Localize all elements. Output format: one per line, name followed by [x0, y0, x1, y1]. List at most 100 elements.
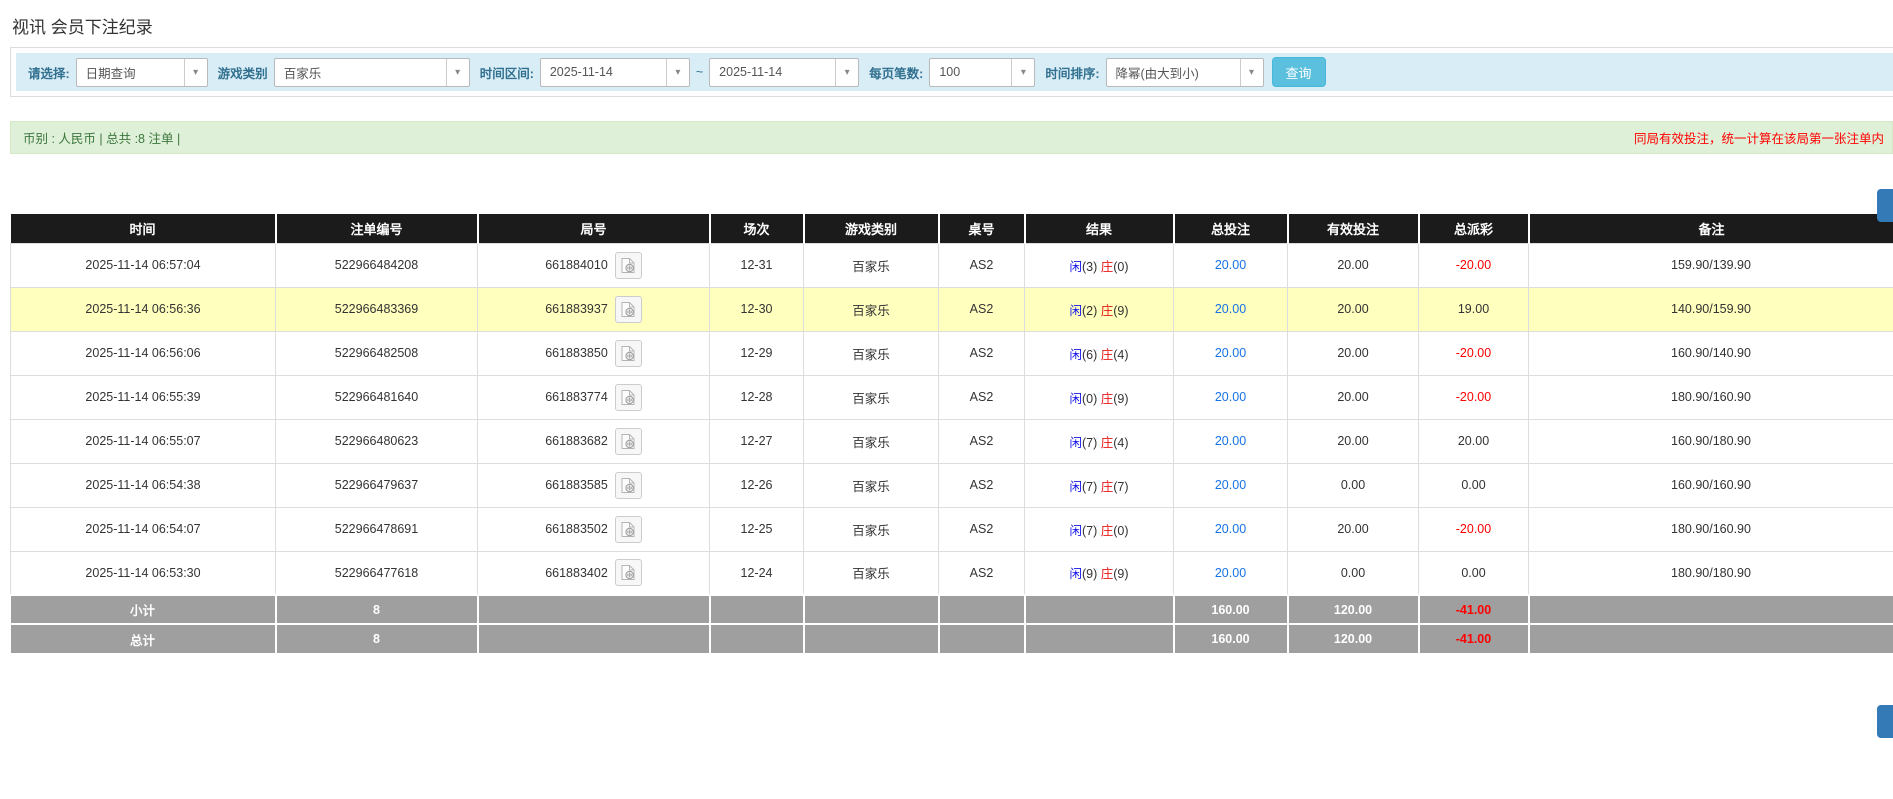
- subtotal-label: 小计: [11, 595, 276, 624]
- cell-session: 12-24: [710, 551, 804, 595]
- date-from-select[interactable]: 2025-11-14 ▾: [540, 58, 690, 87]
- query-mode-select[interactable]: 日期查询 ▾: [76, 58, 208, 87]
- banker-result-label: 庄: [1101, 392, 1114, 406]
- time-sort-select[interactable]: 降幂(由大到小) ▾: [1106, 58, 1264, 87]
- cell-table-no: AS2: [939, 419, 1025, 463]
- page-size-select[interactable]: 100 ▾: [929, 58, 1035, 87]
- banker-result-score: (9): [1113, 392, 1128, 406]
- cell-empty: [1529, 595, 1893, 624]
- cell-session: 12-31: [710, 243, 804, 287]
- cell-payout: -20.00: [1419, 375, 1529, 419]
- player-result-label: 闲: [1069, 480, 1082, 494]
- table-row: 2025-11-14 06:54:38 522966479637 6618835…: [11, 463, 1893, 507]
- cell-total-bet: 20.00: [1174, 463, 1288, 507]
- header-time: 时间: [11, 214, 276, 243]
- currency-summary-text: 币别 : 人民币 | 总共 :8 注单 |: [23, 128, 180, 147]
- cell-total-bet: 20.00: [1174, 419, 1288, 463]
- cell-total-bet: 20.00: [1174, 287, 1288, 331]
- player-result-score: (7): [1082, 480, 1097, 494]
- cell-empty: [478, 595, 710, 624]
- date-to-select[interactable]: 2025-11-14 ▾: [709, 58, 859, 87]
- round-id-value: 661883937: [545, 302, 608, 316]
- banker-result-score: (7): [1113, 480, 1128, 494]
- total-bet-link[interactable]: 20.00: [1215, 390, 1246, 404]
- time-sort-value: 降幂(由大到小): [1116, 63, 1199, 82]
- player-result-label: 闲: [1069, 567, 1082, 581]
- total-bet-link[interactable]: 20.00: [1215, 302, 1246, 316]
- cell-game-type: 百家乐: [804, 375, 939, 419]
- total-bet-link[interactable]: 20.00: [1215, 434, 1246, 448]
- video-record-icon: [620, 257, 636, 274]
- game-type-select[interactable]: 百家乐 ▾: [274, 58, 470, 87]
- cell-result: 闲(7) 庄(7): [1025, 463, 1174, 507]
- cell-empty: [710, 624, 804, 653]
- cell-result: 闲(9) 庄(9): [1025, 551, 1174, 595]
- total-bet-link[interactable]: 20.00: [1215, 566, 1246, 580]
- banker-result-score: (0): [1113, 260, 1128, 274]
- player-result-score: (7): [1082, 524, 1097, 538]
- summary-bar: 币别 : 人民币 | 总共 :8 注单 | 同局有效投注，统一计算在该局第一张注…: [10, 121, 1893, 154]
- cell-total-bet: 20.00: [1174, 331, 1288, 375]
- cell-valid-bet: 20.00: [1288, 419, 1419, 463]
- subtotal-valid-bet: 120.00: [1288, 595, 1419, 624]
- table-header-row: 时间 注单编号 局号 场次 游戏类别 桌号 结果 总投注 有效投注 总派彩 备注: [11, 214, 1893, 243]
- cell-time: 2025-11-14 06:56:06: [11, 331, 276, 375]
- cell-remark: 180.90/160.90: [1529, 375, 1893, 419]
- table-row: 2025-11-14 06:55:39 522966481640 6618837…: [11, 375, 1893, 419]
- video-record-button[interactable]: [615, 384, 642, 411]
- pagination-button-partial[interactable]: [1877, 705, 1893, 738]
- player-result-score: (9): [1082, 567, 1097, 581]
- cell-bet-id: 522966483369: [276, 287, 478, 331]
- cell-payout: 20.00: [1419, 419, 1529, 463]
- cell-remark: 159.90/139.90: [1529, 243, 1893, 287]
- player-result-label: 闲: [1069, 392, 1082, 406]
- subtotal-count: 8: [276, 595, 478, 624]
- total-bet-link[interactable]: 20.00: [1215, 258, 1246, 272]
- cell-empty: [804, 624, 939, 653]
- video-record-button[interactable]: [615, 516, 642, 543]
- cell-remark: 180.90/180.90: [1529, 551, 1893, 595]
- chevron-down-icon: ▾: [1011, 59, 1034, 86]
- pagination-button-partial[interactable]: [1877, 189, 1893, 222]
- video-record-button[interactable]: [615, 559, 642, 586]
- video-record-button[interactable]: [615, 340, 642, 367]
- video-record-button[interactable]: [615, 472, 642, 499]
- cell-time: 2025-11-14 06:54:38: [11, 463, 276, 507]
- cell-payout: -20.00: [1419, 243, 1529, 287]
- cell-session: 12-30: [710, 287, 804, 331]
- cell-game-type: 百家乐: [804, 463, 939, 507]
- banker-result-label: 庄: [1101, 348, 1114, 362]
- video-record-button[interactable]: [615, 296, 642, 323]
- video-record-icon: [620, 345, 636, 362]
- header-total-bet: 总投注: [1174, 214, 1288, 243]
- subtotal-row: 小计 8 160.00 120.00 -41.00: [11, 595, 1893, 624]
- round-id-value: 661883774: [545, 390, 608, 404]
- round-id-value: 661883402: [545, 566, 608, 580]
- table-row: 2025-11-14 06:53:30 522966477618 6618834…: [11, 551, 1893, 595]
- cell-time: 2025-11-14 06:55:07: [11, 419, 276, 463]
- round-id-value: 661883850: [545, 346, 608, 360]
- total-bet-link[interactable]: 20.00: [1215, 478, 1246, 492]
- cell-payout: -20.00: [1419, 331, 1529, 375]
- cell-result: 闲(7) 庄(4): [1025, 419, 1174, 463]
- video-record-button[interactable]: [615, 252, 642, 279]
- cell-session: 12-25: [710, 507, 804, 551]
- table-row: 2025-11-14 06:54:07 522966478691 6618835…: [11, 507, 1893, 551]
- cell-time: 2025-11-14 06:55:39: [11, 375, 276, 419]
- total-bet-link[interactable]: 20.00: [1215, 522, 1246, 536]
- cell-bet-id: 522966479637: [276, 463, 478, 507]
- search-button[interactable]: 查询: [1272, 57, 1326, 87]
- cell-time: 2025-11-14 06:56:36: [11, 287, 276, 331]
- header-remark: 备注: [1529, 214, 1893, 243]
- total-bet-link[interactable]: 20.00: [1215, 346, 1246, 360]
- cell-round-id: 661884010: [478, 243, 710, 287]
- cell-round-id: 661883585: [478, 463, 710, 507]
- video-record-button[interactable]: [615, 428, 642, 455]
- player-result-score: (7): [1082, 436, 1097, 450]
- player-result-label: 闲: [1069, 348, 1082, 362]
- cell-payout: 19.00: [1419, 287, 1529, 331]
- cell-round-id: 661883774: [478, 375, 710, 419]
- total-payout: -41.00: [1419, 624, 1529, 653]
- round-id-value: 661883502: [545, 522, 608, 536]
- video-record-icon: [620, 433, 636, 450]
